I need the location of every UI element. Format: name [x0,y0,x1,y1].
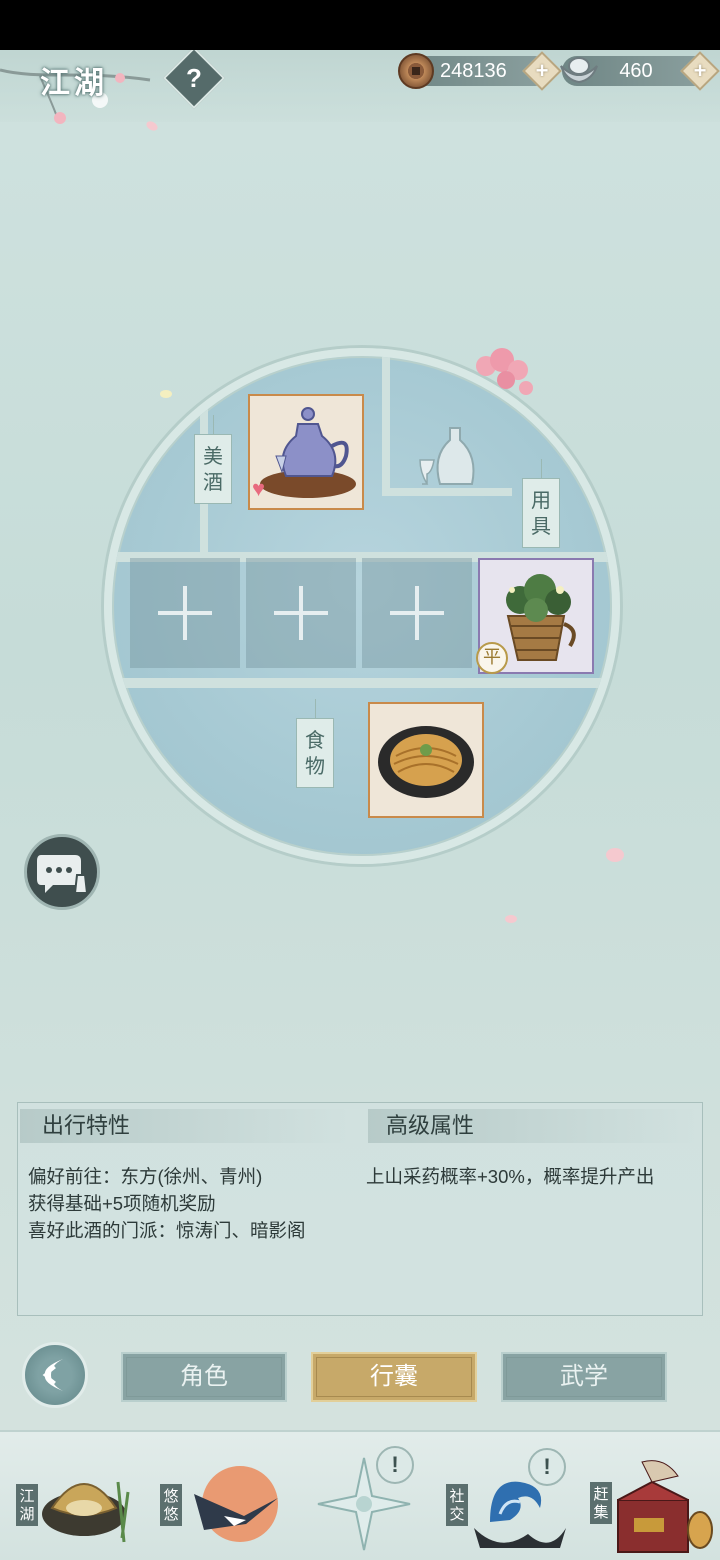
vase-decoration-icon [419,427,475,485]
coin-amount: 248136 [440,60,507,82]
nav-jianghu[interactable]: 江湖 [10,1432,140,1560]
silver-counter: 460 + [560,51,720,91]
bottom-nav: 江湖 悠悠 ! 社交 ! 赶集 [0,1430,720,1560]
tab-martial-arts[interactable]: 武学 [501,1352,667,1402]
gift-box-icon [617,1460,713,1553]
silver-amount: 460 [619,60,653,82]
wine-pot-icon [260,407,356,498]
silver-ingot-icon [560,57,598,84]
alert-icon: ! [528,1448,566,1486]
tab-inventory[interactable]: 行囊 [311,1352,477,1402]
tag-wine: 美酒 [194,415,232,504]
nav-label: 悠悠 [160,1484,182,1526]
travel-traits-list: 偏好前往：东方(徐州、青州) 获得基础+5项随机奖励 喜好此酒的门派：惊涛门、暗… [28,1163,306,1244]
copper-coin-icon [398,53,434,89]
help-button[interactable]: ? [162,50,226,110]
trait-line: 偏好前往：东方(徐州、青州) [28,1166,263,1187]
food-item-card[interactable] [368,702,484,818]
empty-slot[interactable] [362,558,472,668]
favorite-heart-icon: ♥ [252,476,266,501]
nav-social[interactable]: 社交 ! [442,1432,572,1560]
petal-decoration [606,848,624,862]
add-silver-button[interactable]: + [680,51,720,91]
chat-bubble-icon [37,855,89,894]
coin-counter: 248136 + [398,51,562,91]
app-screen: 江湖 ? 248136 + 460 + 美酒 用具 食物 ♥ 平 出行特性 高级… [0,50,720,1560]
tab-character[interactable]: 角色 [121,1352,287,1402]
tool-item-card[interactable]: 平 [476,558,594,674]
info-panel: 出行特性 高级属性 偏好前往：东方(徐州、青州) 获得基础+5项随机奖励 喜好此… [17,1102,703,1316]
petal-decoration [505,915,517,923]
shelf-divider [112,678,612,688]
panel-title-advanced: 高级属性 [368,1109,698,1143]
help-icon: ? [186,63,202,93]
nav-market[interactable]: 赶集 [586,1432,716,1560]
plus-icon: + [535,58,549,83]
attr-line: 上山采药概率+30%，概率提升产出 [366,1166,655,1187]
page-title: 江湖 [40,66,108,101]
tag-tools: 用具 [522,459,560,548]
wine-item-card[interactable]: ♥ [248,394,364,510]
advanced-attrs-list: 上山采药概率+30%，概率提升产出 [366,1163,654,1190]
top-bar: 江湖 ? 248136 + 460 + [0,50,720,124]
straw-hat-icon [42,1481,130,1543]
tag-food: 食物 [296,699,334,788]
add-slot-icon [274,586,328,640]
add-slot-icon [390,586,444,640]
add-slot-icon [158,586,212,640]
nav-label: 社交 [446,1484,468,1526]
nav-youyou[interactable]: 悠悠 [154,1432,284,1560]
nav-compass[interactable]: ! [300,1432,430,1560]
chat-button[interactable] [24,834,100,910]
empty-slot[interactable] [130,558,240,668]
shelf-divider [382,356,390,496]
panel-title-travel: 出行特性 [20,1109,350,1143]
trait-line: 获得基础+5项随机奖励 [28,1193,216,1214]
cherry-blossom-icon [476,348,533,395]
back-button[interactable] [22,1342,88,1408]
nav-label: 赶集 [590,1482,612,1524]
empty-slot[interactable] [246,558,356,668]
add-coins-button[interactable]: + [522,51,562,91]
nav-label: 江湖 [16,1484,38,1526]
petal-decoration [160,390,172,398]
trait-line: 喜好此酒的门派：惊涛门、暗影阁 [28,1220,306,1241]
plus-icon: + [693,58,707,83]
alert-icon: ! [376,1446,414,1484]
back-arrow-icon [42,1359,63,1391]
quality-badge-icon: 平 [476,642,508,674]
noodle-plate-icon [378,726,474,798]
swallow-sun-icon [194,1466,278,1542]
